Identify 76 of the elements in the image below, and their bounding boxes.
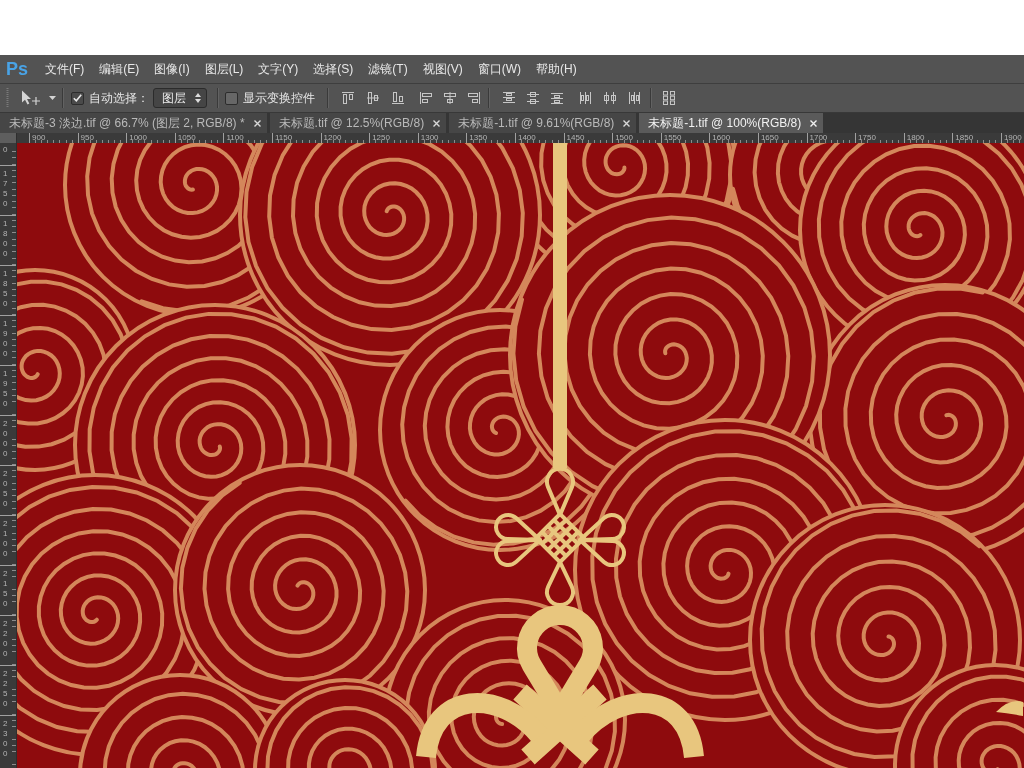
auto-align-icon[interactable] bbox=[662, 91, 676, 105]
menu-item[interactable]: 编辑(E) bbox=[99, 61, 140, 77]
ruler-label: 2100 bbox=[3, 519, 9, 559]
document-tab[interactable]: 未标题-1.tif @ 100%(RGB/8) bbox=[639, 113, 824, 133]
checkbox[interactable] bbox=[225, 91, 238, 105]
close-icon[interactable] bbox=[623, 119, 631, 127]
ruler-label: 900 bbox=[32, 133, 46, 142]
menu-item[interactable]: 窗口(W) bbox=[477, 61, 521, 77]
menu-item[interactable]: 帮助(H) bbox=[536, 61, 577, 77]
close-icon[interactable] bbox=[433, 119, 441, 127]
distribute-right-icon[interactable] bbox=[627, 91, 641, 105]
distribute-left-icon[interactable] bbox=[579, 91, 593, 105]
ruler-label: 1800 bbox=[3, 219, 9, 259]
ruler-label: 1600 bbox=[712, 133, 731, 142]
ruler-label: 1650 bbox=[760, 133, 779, 142]
grip-icon[interactable] bbox=[6, 88, 9, 108]
ruler-label: 1850 bbox=[955, 133, 974, 142]
ruler-label: 1400 bbox=[517, 133, 536, 142]
ruler-label: 1950 bbox=[3, 369, 9, 409]
ruler-label: 2050 bbox=[3, 469, 9, 509]
layer-select-dropdown[interactable]: 图层 bbox=[153, 88, 207, 108]
ruler-label: 950 bbox=[80, 133, 94, 142]
ruler-label: 1850 bbox=[3, 269, 9, 309]
ruler-label: 0 bbox=[3, 145, 9, 155]
align-bottom-icon[interactable] bbox=[391, 91, 405, 105]
ruler-label: 1050 bbox=[177, 133, 196, 142]
ruler-label: 1150 bbox=[274, 133, 293, 142]
ruler-label: 1750 bbox=[3, 169, 9, 209]
menu-item[interactable]: 选择(S) bbox=[313, 61, 354, 77]
ruler-label: 2150 bbox=[3, 569, 9, 609]
checkbox[interactable] bbox=[71, 91, 84, 105]
ruler-label: 1250 bbox=[372, 133, 390, 142]
ruler-label: 1900 bbox=[1003, 133, 1022, 142]
updown-arrows-icon bbox=[195, 93, 201, 103]
menu-item[interactable]: 图像(I) bbox=[154, 61, 190, 77]
ruler-label: 1350 bbox=[469, 133, 488, 142]
menu-item[interactable]: 文字(Y) bbox=[258, 61, 299, 77]
menu-item[interactable]: 图层(L) bbox=[204, 61, 244, 77]
align-top-icon[interactable] bbox=[341, 91, 355, 105]
ruler-label: 1800 bbox=[906, 133, 925, 142]
checkbox-label: 自动选择： bbox=[89, 90, 149, 106]
ruler-label: 2000 bbox=[3, 419, 9, 459]
ruler-label: 2300 bbox=[3, 719, 9, 759]
menu-item[interactable]: 视图(V) bbox=[422, 61, 463, 77]
distribute-top-icon[interactable] bbox=[502, 91, 516, 105]
caret-icon[interactable] bbox=[49, 96, 56, 100]
ruler-label: 1750 bbox=[858, 133, 876, 142]
ruler-label: 1000 bbox=[129, 133, 147, 142]
align-right-icon[interactable] bbox=[467, 91, 481, 105]
move-tool-icon[interactable] bbox=[21, 90, 41, 106]
document-tab[interactable]: 未标题-3 淡边.tif @ 66.7% (图层 2, RGB/8) * bbox=[0, 113, 267, 133]
ruler-label: 1300 bbox=[420, 133, 439, 142]
ruler-label: 1100 bbox=[226, 133, 244, 142]
align-vertical-centers-icon[interactable] bbox=[366, 91, 380, 105]
distribute-bottom-icon[interactable] bbox=[550, 91, 564, 105]
ruler-label: 1550 bbox=[663, 133, 682, 142]
check-icon bbox=[73, 94, 82, 102]
menu-item[interactable]: 文件(F) bbox=[45, 61, 85, 77]
distribute-horizontal-centers-icon[interactable] bbox=[603, 91, 617, 105]
menu-item[interactable]: 滤镜(T) bbox=[368, 61, 408, 77]
ornament-drawing bbox=[996, 701, 1023, 716]
ruler-label: 1500 bbox=[615, 133, 633, 142]
align-horizontal-centers-icon[interactable] bbox=[443, 91, 457, 105]
ruler-label: 1900 bbox=[3, 319, 9, 359]
document-tab[interactable]: 未标题.tif @ 12.5%(RGB/8) bbox=[269, 113, 447, 133]
align-left-icon[interactable] bbox=[419, 91, 433, 105]
ruler-label: 1200 bbox=[323, 133, 342, 142]
app-logo: Ps bbox=[6, 59, 30, 79]
checkbox-label: 显示变换控件 bbox=[243, 90, 315, 106]
ruler-label: 1700 bbox=[809, 133, 828, 142]
document-tab[interactable]: 未标题-1.tif @ 9.61%(RGB/8) bbox=[449, 113, 637, 133]
ruler-label: 1450 bbox=[566, 133, 585, 142]
ruler-label: 2250 bbox=[3, 669, 9, 709]
ruler-label: 2200 bbox=[3, 619, 9, 659]
close-icon[interactable] bbox=[253, 119, 261, 127]
distribute-vertical-centers-icon[interactable] bbox=[526, 91, 540, 105]
